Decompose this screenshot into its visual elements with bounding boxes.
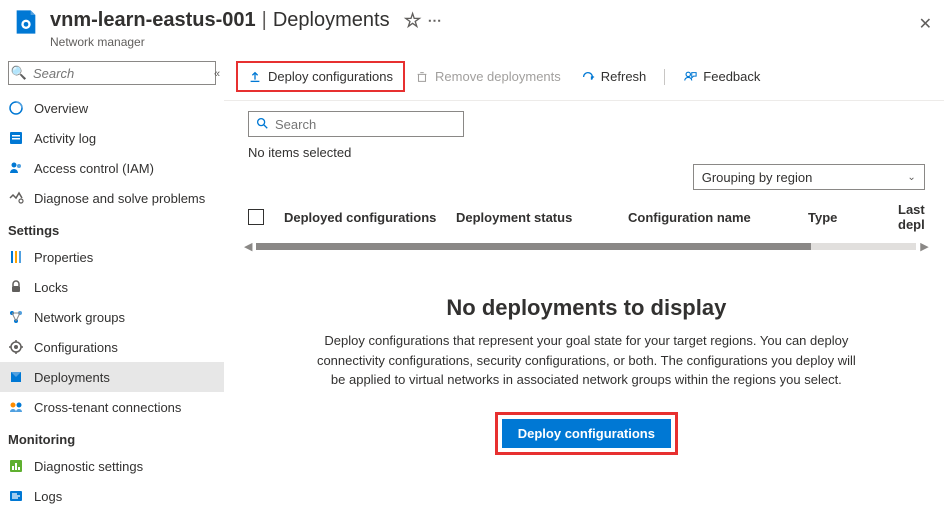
toolbar-separator [664, 69, 665, 85]
search-icon [249, 116, 275, 133]
grouping-dropdown[interactable]: Grouping by region ⌄ [693, 164, 925, 190]
selection-status: No items selected [248, 145, 351, 160]
network-groups-icon [8, 309, 24, 325]
deploy-configurations-button[interactable]: Deploy configurations [502, 419, 671, 448]
properties-icon [8, 249, 24, 265]
remove-deployments-button: Remove deployments [405, 65, 571, 88]
sidebar-item-activity-log[interactable]: Activity log [0, 123, 224, 153]
highlight-deploy-button: Deploy configurations [495, 412, 678, 455]
trash-icon [415, 70, 429, 84]
sidebar-item-label: Access control (IAM) [34, 161, 154, 176]
chevron-down-icon: ⌄ [907, 172, 915, 183]
page-header: vnm-learn-eastus-001 | Deployments ☆ ⋯ N… [0, 0, 944, 53]
page-title: vnm-learn-eastus-001 | Deployments ☆ ⋯ [50, 8, 919, 33]
sidebar-item-locks[interactable]: Locks [0, 272, 224, 302]
sidebar-section-settings: Settings [0, 213, 224, 242]
locks-icon [8, 279, 24, 295]
search-icon: 🔍 [9, 65, 29, 81]
feedback-button[interactable]: Feedback [673, 65, 770, 88]
overview-icon [8, 100, 24, 116]
sidebar: 🔍 « Overview Activity log Access control… [0, 53, 224, 514]
command-bar: Deploy configurations Remove deployments… [224, 53, 944, 101]
sidebar-item-diagnostic-settings[interactable]: Diagnostic settings [0, 451, 224, 481]
sidebar-search-input[interactable] [29, 64, 215, 83]
column-header[interactable]: Deployed configurations [284, 210, 456, 225]
favorite-icon[interactable]: ☆ [404, 8, 422, 33]
table-header: Deployed configurations Deployment statu… [224, 196, 944, 238]
sidebar-item-configurations[interactable]: Configurations [0, 332, 224, 362]
deploy-configurations-button[interactable]: Deploy configurations [238, 65, 403, 88]
column-header[interactable]: Configuration name [628, 210, 808, 225]
horizontal-scrollbar[interactable]: ◀ ▶ [224, 238, 944, 255]
sidebar-item-label: Diagnose and solve problems [34, 191, 205, 206]
deployments-icon [8, 369, 24, 385]
sidebar-item-label: Cross-tenant connections [34, 400, 181, 415]
configurations-icon [8, 339, 24, 355]
main-content: Deploy configurations Remove deployments… [224, 53, 944, 514]
iam-icon [8, 160, 24, 176]
filter-search-input[interactable] [275, 117, 463, 132]
sidebar-item-diagnose[interactable]: Diagnose and solve problems [0, 183, 224, 213]
refresh-button[interactable]: Refresh [571, 65, 657, 88]
empty-state: No deployments to display Deploy configu… [224, 255, 944, 455]
activity-log-icon [8, 130, 24, 146]
collapse-sidebar-icon[interactable]: « [214, 68, 220, 80]
diagnose-icon [8, 190, 24, 206]
resource-type-label: Network manager [50, 35, 919, 49]
sidebar-item-properties[interactable]: Properties [0, 242, 224, 272]
resource-icon [12, 8, 40, 36]
sidebar-item-cross-tenant[interactable]: Cross-tenant connections [0, 392, 224, 422]
sidebar-item-label: Overview [34, 101, 88, 116]
sidebar-item-label: Deployments [34, 370, 110, 385]
sidebar-item-network-groups[interactable]: Network groups [0, 302, 224, 332]
close-icon[interactable]: ✕ [919, 14, 932, 34]
sidebar-item-label: Activity log [34, 131, 96, 146]
sidebar-item-iam[interactable]: Access control (IAM) [0, 153, 224, 183]
cross-tenant-icon [8, 399, 24, 415]
select-all-checkbox[interactable] [248, 209, 264, 225]
column-header[interactable]: Last depl [898, 202, 925, 232]
empty-title: No deployments to display [314, 295, 859, 321]
column-header[interactable]: Type [808, 210, 898, 225]
empty-description: Deploy configurations that represent you… [314, 331, 859, 390]
sidebar-item-label: Network groups [34, 310, 125, 325]
sidebar-item-label: Logs [34, 489, 62, 504]
logs-icon [8, 488, 24, 504]
diagnostic-settings-icon [8, 458, 24, 474]
scroll-right-icon[interactable]: ▶ [916, 240, 932, 253]
sidebar-item-overview[interactable]: Overview [0, 93, 224, 123]
column-header[interactable]: Deployment status [456, 210, 628, 225]
sidebar-item-label: Configurations [34, 340, 118, 355]
sidebar-search[interactable]: 🔍 [8, 61, 216, 85]
refresh-icon [581, 70, 595, 84]
sidebar-item-deployments[interactable]: Deployments [0, 362, 224, 392]
filter-search[interactable] [248, 111, 464, 137]
upload-icon [248, 70, 262, 84]
sidebar-section-monitoring: Monitoring [0, 422, 224, 451]
sidebar-item-logs[interactable]: Logs [0, 481, 224, 511]
sidebar-item-label: Locks [34, 280, 68, 295]
scroll-left-icon[interactable]: ◀ [240, 240, 256, 253]
highlight-deploy-toolbar: Deploy configurations [236, 61, 405, 92]
sidebar-item-label: Properties [34, 250, 93, 265]
sidebar-item-label: Diagnostic settings [34, 459, 143, 474]
more-icon[interactable]: ⋯ [428, 12, 442, 29]
feedback-icon [683, 70, 697, 84]
